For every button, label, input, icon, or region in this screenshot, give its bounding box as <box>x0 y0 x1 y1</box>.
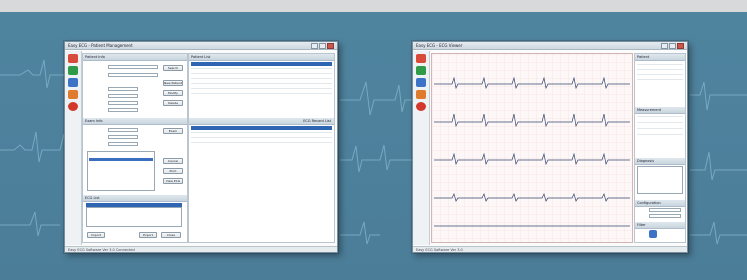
patient-row[interactable] <box>191 93 332 94</box>
ecg-traces <box>432 54 632 242</box>
maximize-button[interactable] <box>669 42 676 49</box>
close-button[interactable] <box>677 42 684 49</box>
report-tool-icon[interactable] <box>416 78 426 87</box>
exam-field-1[interactable] <box>108 128 138 132</box>
configuration-section-header: Configuration <box>635 200 685 207</box>
record-tool-icon[interactable] <box>416 66 426 75</box>
exam-button[interactable]: Exam <box>163 128 183 134</box>
patient-management-window: Easy ECG - Patient Management Patient In… <box>64 41 338 253</box>
minimize-button[interactable] <box>661 42 668 49</box>
patient-tool-icon[interactable] <box>416 54 426 63</box>
filter-section-header: Filter <box>635 222 685 229</box>
info-line <box>637 64 683 65</box>
config-select-2[interactable] <box>649 214 681 218</box>
print-button[interactable]: Print <box>163 168 183 174</box>
info-line <box>637 74 683 75</box>
measurement-line <box>637 122 683 123</box>
view-ecg-button[interactable]: View ECG <box>163 178 183 184</box>
patient-row[interactable] <box>191 73 332 74</box>
delete-button[interactable]: Delete <box>163 100 183 106</box>
vertical-toolbar <box>65 51 82 245</box>
ecg-record-row[interactable] <box>191 142 332 143</box>
status-bar: Easy ECG Software Ver 3.0 Connected <box>65 246 337 252</box>
exit-tool-icon[interactable] <box>68 102 78 111</box>
cancel-button[interactable]: Cancel <box>163 158 183 164</box>
ecg-record-list-header: ECG Record List <box>189 118 334 125</box>
modify-button[interactable]: Modify <box>163 90 183 96</box>
ecg-graph-area[interactable] <box>431 53 633 243</box>
close-button[interactable] <box>327 42 334 49</box>
exam-notes-area[interactable] <box>87 151 155 191</box>
ecg-record-row[interactable] <box>191 137 332 138</box>
window-title: Easy ECG - ECG Viewer <box>416 43 463 48</box>
patient-form-panel: Patient Info Search New Patient Modify D… <box>82 53 188 243</box>
selected-exam-item[interactable] <box>89 158 153 161</box>
export-button[interactable]: Export <box>139 232 157 238</box>
ecg-info-column: Patient Measurement Diagnosis Configurat… <box>634 53 686 243</box>
patient-name-field[interactable] <box>108 73 158 77</box>
diagnosis-section-header: Diagnosis <box>635 158 685 165</box>
ecg-list-header: ECG List <box>83 195 187 202</box>
exit-tool-icon[interactable] <box>416 102 426 111</box>
gender-select[interactable] <box>108 87 138 91</box>
measurement-line <box>637 116 683 117</box>
search-button[interactable]: Search <box>163 65 183 71</box>
ecg-record-column-header <box>191 126 332 130</box>
record-tool-icon[interactable] <box>68 66 78 75</box>
measurement-section-header: Measurement <box>635 107 685 114</box>
close-form-button[interactable]: Close <box>161 232 181 238</box>
save-icon[interactable] <box>649 230 657 238</box>
ecg-record-row[interactable] <box>191 132 332 133</box>
height-field[interactable] <box>108 101 138 105</box>
import-button[interactable]: Import <box>87 232 105 238</box>
settings-tool-icon[interactable] <box>68 90 78 99</box>
exam-field-2[interactable] <box>108 135 138 139</box>
settings-tool-icon[interactable] <box>416 90 426 99</box>
status-bar: Easy ECG Software Ver 3.0 <box>413 246 687 252</box>
patient-list-panel: Patient List ECG Record List <box>188 53 335 243</box>
vertical-toolbar <box>413 51 430 245</box>
ecg-viewer-window: Easy ECG - ECG Viewer Patient Measuremen… <box>412 41 688 253</box>
patient-list-toolbar: Patient List <box>189 54 334 61</box>
patient-row[interactable] <box>191 68 332 69</box>
exam-info-header: Exam Info <box>83 118 187 125</box>
window-titlebar: Easy ECG - Patient Management <box>65 42 337 50</box>
maximize-button[interactable] <box>319 42 326 49</box>
patient-info-header: Patient Info <box>83 54 187 61</box>
diagnosis-text-area[interactable] <box>637 166 683 194</box>
report-tool-icon[interactable] <box>68 78 78 87</box>
window-title: Easy ECG - Patient Management <box>68 43 133 48</box>
window-content: Patient Measurement Diagnosis Configurat… <box>413 51 687 245</box>
weight-field[interactable] <box>108 108 138 112</box>
config-select-1[interactable] <box>649 208 681 212</box>
info-line <box>637 69 683 70</box>
info-line <box>637 79 683 80</box>
birthdate-field[interactable] <box>108 94 138 98</box>
patient-id-field[interactable] <box>108 65 158 69</box>
measurement-line <box>637 128 683 129</box>
minimize-button[interactable] <box>311 42 318 49</box>
patient-row[interactable] <box>191 88 332 89</box>
window-titlebar: Easy ECG - ECG Viewer <box>413 42 687 50</box>
patient-row[interactable] <box>191 78 332 79</box>
patient-row[interactable] <box>191 83 332 84</box>
patient-tool-icon[interactable] <box>68 54 78 63</box>
exam-field-3[interactable] <box>108 142 138 146</box>
measurement-line <box>637 134 683 135</box>
window-content: Patient Info Search New Patient Modify D… <box>65 51 337 245</box>
new-patient-button[interactable]: New Patient <box>163 80 183 86</box>
patient-list-column-header <box>191 62 332 66</box>
ecg-list-table[interactable] <box>86 207 182 227</box>
patient-section-header: Patient <box>635 54 685 61</box>
